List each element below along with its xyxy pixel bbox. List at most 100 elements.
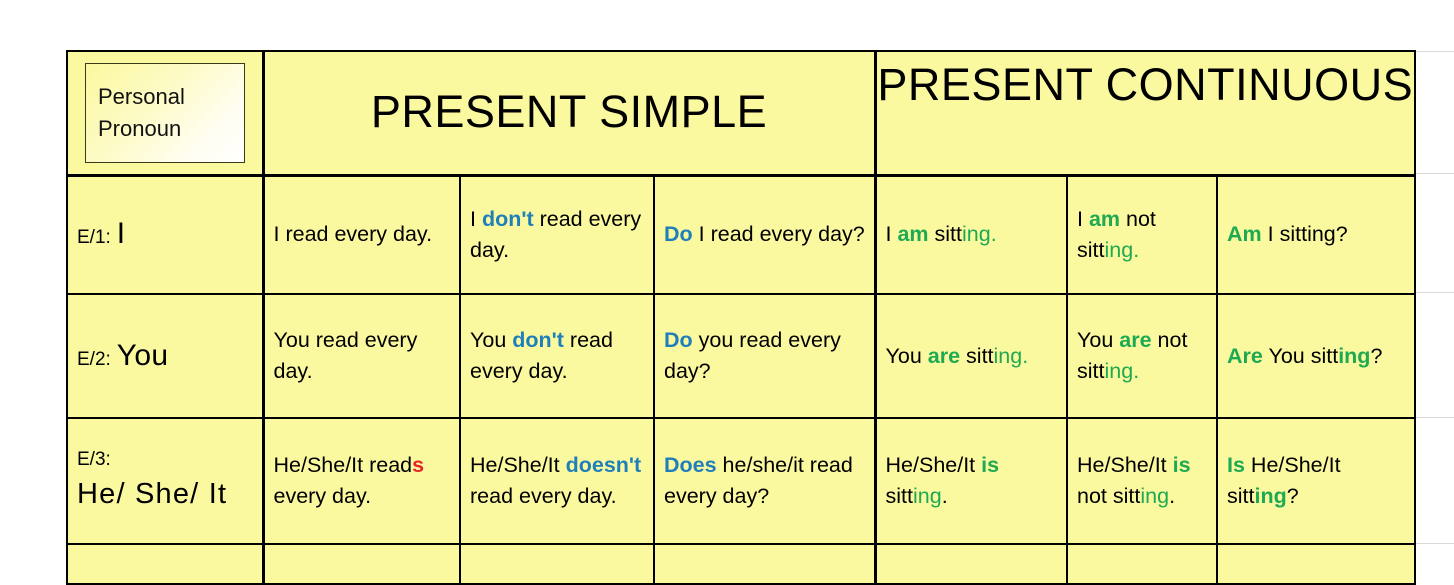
cell-present-simple-affirmative: You read every day. xyxy=(261,293,461,419)
text-fragment: ? xyxy=(1370,343,1383,368)
text-fragment: ing xyxy=(913,484,942,508)
pronoun-code: E/3: xyxy=(77,448,111,470)
cell-present-continuous-negative: He/She/It is not sitting. xyxy=(1066,417,1219,545)
text-fragment: is xyxy=(981,453,1000,478)
cell-present-continuous-question: Are You sitting? xyxy=(1216,293,1417,419)
text-fragment: ? xyxy=(1286,484,1299,508)
text-fragment: I read every day? xyxy=(692,222,865,247)
text-fragment: . xyxy=(1022,343,1029,368)
text-fragment: . xyxy=(1133,237,1140,262)
cell-present-continuous-negative: I am not sitting. xyxy=(1066,174,1219,295)
cell-present-simple-question: Does he/she/it read every day? xyxy=(652,417,877,545)
text-fragment: You xyxy=(470,328,513,353)
pronoun-cell: E/2: You xyxy=(66,293,265,419)
text-fragment: s xyxy=(412,453,425,478)
text-fragment: ing xyxy=(1254,484,1287,508)
tense-header-present-continuous: PRESENT CONTINUOUS xyxy=(873,50,1417,177)
cell-present-continuous-affirmative: I am sitting. xyxy=(873,174,1069,295)
table-row xyxy=(66,543,1417,585)
text-fragment: Are xyxy=(1227,343,1263,368)
pronoun-word: He/ She/ It xyxy=(77,477,228,510)
text-fragment: . xyxy=(1133,359,1140,383)
cell-present-simple-question: Do you read every day? xyxy=(652,293,877,419)
cell-present-continuous-affirmative xyxy=(873,543,1069,585)
text-fragment: is xyxy=(1172,453,1191,478)
text-fragment: don't xyxy=(481,207,534,232)
cell-present-continuous-negative xyxy=(1066,543,1219,585)
text-fragment: . xyxy=(1169,484,1176,508)
cell-present-simple-negative xyxy=(459,543,655,585)
text-fragment: I xyxy=(470,207,482,232)
text-fragment: Am xyxy=(1227,222,1262,247)
pronoun-cell: E/1: I xyxy=(66,174,265,295)
cell-present-continuous-affirmative: He/She/It is sitting. xyxy=(873,417,1069,545)
table-header-row: Personal Pronoun PRESENT SIMPLE PRESENT … xyxy=(66,50,1417,177)
text-fragment: . xyxy=(941,484,948,508)
cell-present-simple-negative: You don't read every day. xyxy=(459,293,655,419)
tense-header-present-continuous-text: PRESENT CONTINUOUS xyxy=(877,59,1414,110)
text-fragment: don't xyxy=(512,328,564,353)
cell-present-continuous-question: Am I sitting? xyxy=(1216,174,1417,295)
text-fragment: not sitt xyxy=(1077,484,1141,508)
cell-present-simple-affirmative: He/She/It reads every day. xyxy=(261,417,461,545)
personal-pronoun-badge: Personal Pronoun xyxy=(85,63,245,163)
text-fragment: doesn't xyxy=(565,453,642,478)
text-fragment: I xyxy=(1077,207,1089,232)
text-fragment: I read every day. xyxy=(273,222,433,247)
pronoun-cell xyxy=(66,543,265,585)
text-fragment: sitt xyxy=(960,343,994,368)
cell-present-continuous-negative: You are not sitting. xyxy=(1066,293,1219,419)
pronoun-word: I xyxy=(116,217,126,251)
sheet-gridline xyxy=(1415,417,1454,418)
text-fragment: am xyxy=(897,222,929,247)
cell-present-continuous-affirmative: You are sitting. xyxy=(873,293,1069,419)
text-fragment: are xyxy=(1119,328,1152,353)
text-fragment: You sitt xyxy=(1262,343,1339,368)
text-fragment: You read every day. xyxy=(273,328,418,383)
text-fragment: read every day. xyxy=(470,484,617,508)
pronoun-code: E/2: xyxy=(77,348,111,370)
sheet-gridline xyxy=(1415,173,1454,174)
cell-present-simple-affirmative xyxy=(261,543,461,585)
text-fragment: He/She/It xyxy=(1077,453,1173,478)
pronoun-code: E/1: xyxy=(77,227,111,249)
cell-present-continuous-question xyxy=(1216,543,1417,585)
text-fragment: ing xyxy=(962,222,991,247)
table-row: E/2: You You read every day. You don't r… xyxy=(66,293,1417,419)
text-fragment: Do xyxy=(664,222,693,247)
cell-present-continuous-question: Is He/She/It sitting? xyxy=(1216,417,1417,545)
pronoun-word: You xyxy=(116,338,169,372)
text-fragment: You xyxy=(885,343,928,368)
text-fragment: ing xyxy=(1104,237,1134,262)
cell-present-simple-negative: He/She/It doesn't read every day. xyxy=(459,417,655,545)
table-row: E/1: I I read every day. I don't read ev… xyxy=(66,174,1417,295)
text-fragment: He/She/It read xyxy=(273,453,413,478)
text-fragment: sitt xyxy=(885,484,913,508)
personal-pronoun-label-line2: Pronoun xyxy=(98,116,182,141)
verb-tense-table: Personal Pronoun PRESENT SIMPLE PRESENT … xyxy=(66,50,1417,585)
cell-present-simple-affirmative: I read every day. xyxy=(261,174,461,295)
pronoun-cell: E/3: He/ She/ It xyxy=(66,417,265,545)
cell-present-simple-negative: I don't read every day. xyxy=(459,174,655,295)
text-fragment: every day. xyxy=(273,484,372,508)
tense-header-present-simple: PRESENT SIMPLE xyxy=(261,50,877,177)
text-fragment: ing xyxy=(1140,484,1170,508)
text-fragment: You xyxy=(1077,328,1120,353)
text-fragment: Is xyxy=(1227,453,1245,478)
text-fragment: am xyxy=(1088,207,1121,232)
text-fragment: Does xyxy=(664,453,717,478)
cell-present-simple-question: Do I read every day? xyxy=(652,174,877,295)
personal-pronoun-label-line1: Personal xyxy=(98,84,185,110)
text-fragment: I xyxy=(885,222,898,247)
text-fragment: ing xyxy=(993,343,1023,368)
text-fragment: ing xyxy=(1338,343,1371,368)
text-fragment: He/She/It xyxy=(470,453,566,478)
table-row: E/3: He/ She/ It He/She/It reads every d… xyxy=(66,417,1417,545)
cell-present-simple-question xyxy=(652,543,877,585)
text-fragment: ing xyxy=(1104,359,1134,383)
text-fragment: I sitting? xyxy=(1261,222,1348,247)
pronoun-header-cell: Personal Pronoun xyxy=(66,50,265,177)
text-fragment: sitt xyxy=(928,222,962,247)
sheet-gridline xyxy=(1415,51,1454,52)
text-fragment: . xyxy=(990,222,997,247)
